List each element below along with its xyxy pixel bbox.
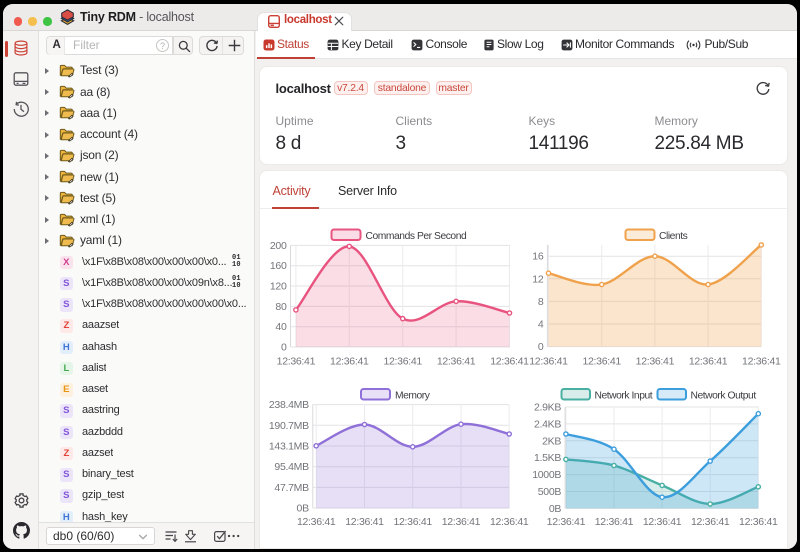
- svg-text:500B: 500B: [537, 486, 561, 498]
- svg-text:4: 4: [537, 319, 543, 331]
- svg-text:40: 40: [275, 321, 287, 333]
- svg-text:0B: 0B: [296, 503, 309, 515]
- svg-text:12:36:41: 12:36:41: [690, 516, 729, 528]
- svg-text:16: 16: [532, 251, 544, 263]
- svg-text:12:36:41: 12:36:41: [642, 516, 681, 528]
- svg-text:12:36:41: 12:36:41: [330, 356, 369, 368]
- svg-text:12:36:41: 12:36:41: [742, 356, 781, 368]
- svg-text:12:36:41: 12:36:41: [594, 516, 633, 528]
- svg-text:12:36:41: 12:36:41: [489, 516, 528, 528]
- svg-text:160: 160: [269, 260, 286, 272]
- svg-text:12: 12: [532, 273, 544, 285]
- svg-text:12:36:41: 12:36:41: [688, 356, 727, 368]
- svg-text:12:36:41: 12:36:41: [383, 356, 422, 368]
- svg-text:12:36:41: 12:36:41: [345, 516, 384, 528]
- svg-text:2.9KB: 2.9KB: [533, 402, 560, 414]
- svg-text:12:36:41: 12:36:41: [529, 356, 568, 368]
- svg-text:1000B: 1000B: [532, 469, 561, 481]
- svg-text:2KB: 2KB: [542, 435, 561, 447]
- svg-text:238.4MB: 238.4MB: [268, 399, 308, 411]
- svg-text:12:36:41: 12:36:41: [436, 356, 475, 368]
- svg-text:190.7MB: 190.7MB: [268, 420, 308, 432]
- svg-text:12:36:41: 12:36:41: [276, 356, 315, 368]
- svg-text:Network Input: Network Input: [594, 390, 652, 401]
- svg-text:12:36:41: 12:36:41: [441, 516, 480, 528]
- svg-text:12:36:41: 12:36:41: [296, 516, 335, 528]
- svg-text:0: 0: [537, 341, 543, 353]
- svg-text:0: 0: [280, 342, 286, 354]
- svg-text:Commands Per Second: Commands Per Second: [365, 231, 466, 242]
- svg-text:12:36:41: 12:36:41: [739, 516, 778, 528]
- svg-text:47.7MB: 47.7MB: [274, 482, 309, 494]
- svg-text:12:36:41: 12:36:41: [393, 516, 432, 528]
- svg-text:143.1MB: 143.1MB: [268, 441, 308, 453]
- svg-text:0B: 0B: [548, 503, 561, 515]
- svg-text:Memory: Memory: [395, 390, 431, 401]
- svg-text:12:36:41: 12:36:41: [546, 516, 585, 528]
- svg-text:Network Output: Network Output: [690, 390, 756, 401]
- svg-text:Clients: Clients: [659, 231, 688, 242]
- svg-text:2.4KB: 2.4KB: [533, 418, 560, 430]
- svg-text:12:36:41: 12:36:41: [582, 356, 621, 368]
- svg-text:80: 80: [275, 301, 287, 313]
- svg-text:120: 120: [269, 281, 286, 293]
- svg-text:95.4MB: 95.4MB: [274, 461, 309, 473]
- svg-text:12:36:41: 12:36:41: [490, 356, 529, 368]
- svg-text:12:36:41: 12:36:41: [635, 356, 674, 368]
- svg-text:200: 200: [269, 240, 286, 252]
- svg-text:8: 8: [537, 296, 543, 308]
- svg-text:1.5KB: 1.5KB: [533, 452, 560, 464]
